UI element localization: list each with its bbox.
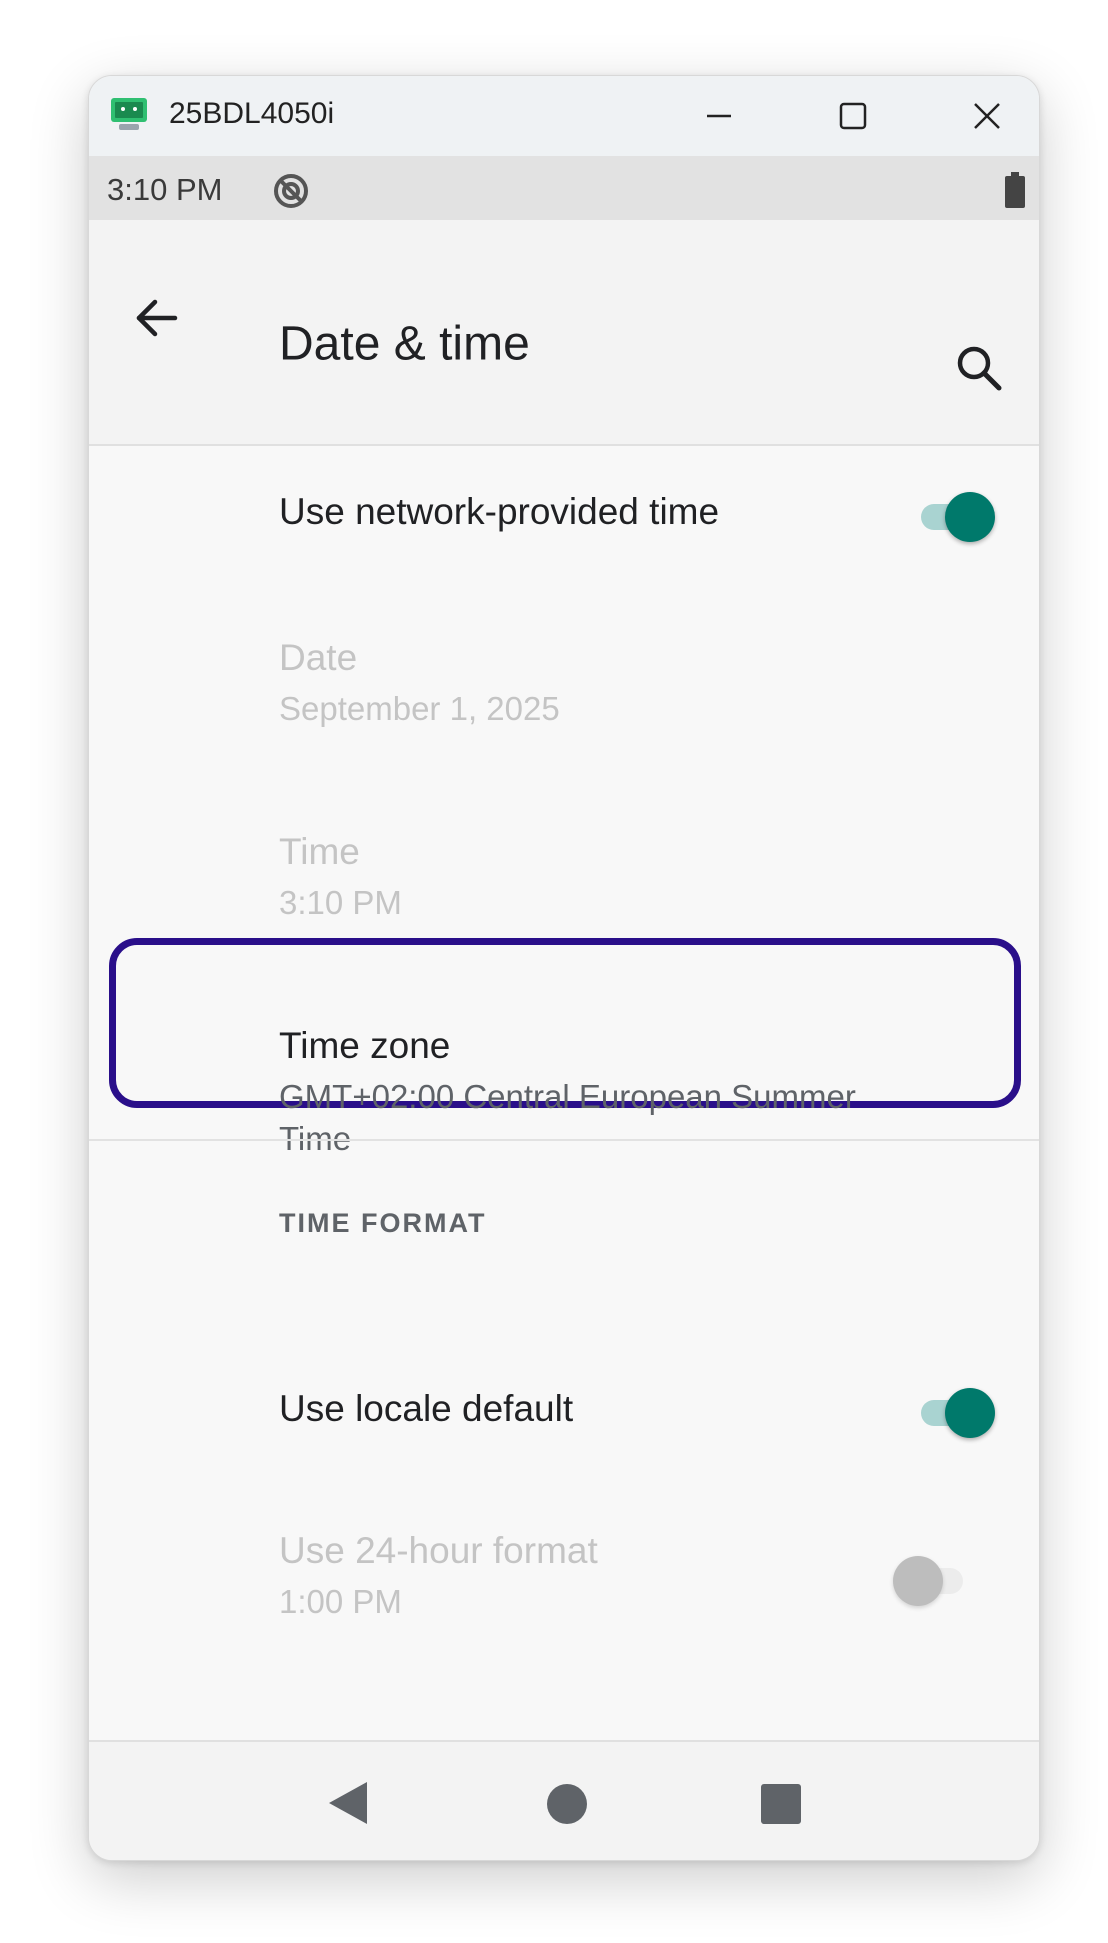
minimize-icon[interactable] [689,86,749,146]
setting-summary: September 1, 2025 [279,690,560,728]
navigation-bar [89,1740,1039,1860]
network-time-toggle[interactable] [915,490,995,542]
search-icon[interactable] [951,340,1007,396]
app-bar: Date & time [89,220,1039,446]
nav-recents-square-icon[interactable] [761,1784,801,1824]
close-icon[interactable] [957,86,1017,146]
setting-title: Use 24-hour format [279,1530,598,1571]
battery-icon [1005,172,1025,208]
setting-network-time[interactable]: Use network-provided time [279,490,719,534]
status-time: 3:10 PM [107,172,223,207]
sync-icon [274,174,308,208]
setting-title: Use network-provided time [279,491,720,532]
setting-24-hour[interactable]: Use 24-hour format 1:00 PM [279,1529,598,1623]
setting-summary: GMT+02:00 Central European Summer Time [279,1078,856,1157]
window-titlebar: 25BDL4050i [89,76,1039,156]
setting-locale-default[interactable]: Use locale default [279,1387,573,1431]
maximize-icon[interactable] [823,86,883,146]
toggle-thumb [945,1388,995,1438]
locale-default-toggle[interactable] [915,1386,995,1438]
setting-title: Time [279,831,360,872]
page-title: Date & time [279,317,530,371]
setting-summary: 3:10 PM [279,884,402,922]
emulator-window: 25BDL4050i 3:10 PM Date & time Use netwo… [88,75,1040,1861]
arrow-back-icon[interactable] [129,290,185,346]
toggle-thumb [945,492,995,542]
setting-time[interactable]: Time 3:10 PM [279,830,402,924]
setting-summary: 1:00 PM [279,1583,402,1621]
window-title: 25BDL4050i [169,97,335,130]
nav-back-triangle-icon[interactable] [327,1780,371,1826]
24-hour-toggle[interactable] [893,1554,973,1606]
android-emulator-icon [111,98,147,130]
setting-date[interactable]: Date September 1, 2025 [279,636,560,730]
section-divider [89,1139,1039,1141]
nav-home-circle-icon[interactable] [547,1784,587,1824]
toggle-thumb [893,1556,943,1606]
status-bar: 3:10 PM [89,156,1039,220]
setting-title: Use locale default [279,1388,574,1429]
setting-title: Time zone [279,1025,451,1066]
section-header-time-format: TIME FORMAT [279,1208,487,1238]
setting-title: Date [279,637,358,678]
